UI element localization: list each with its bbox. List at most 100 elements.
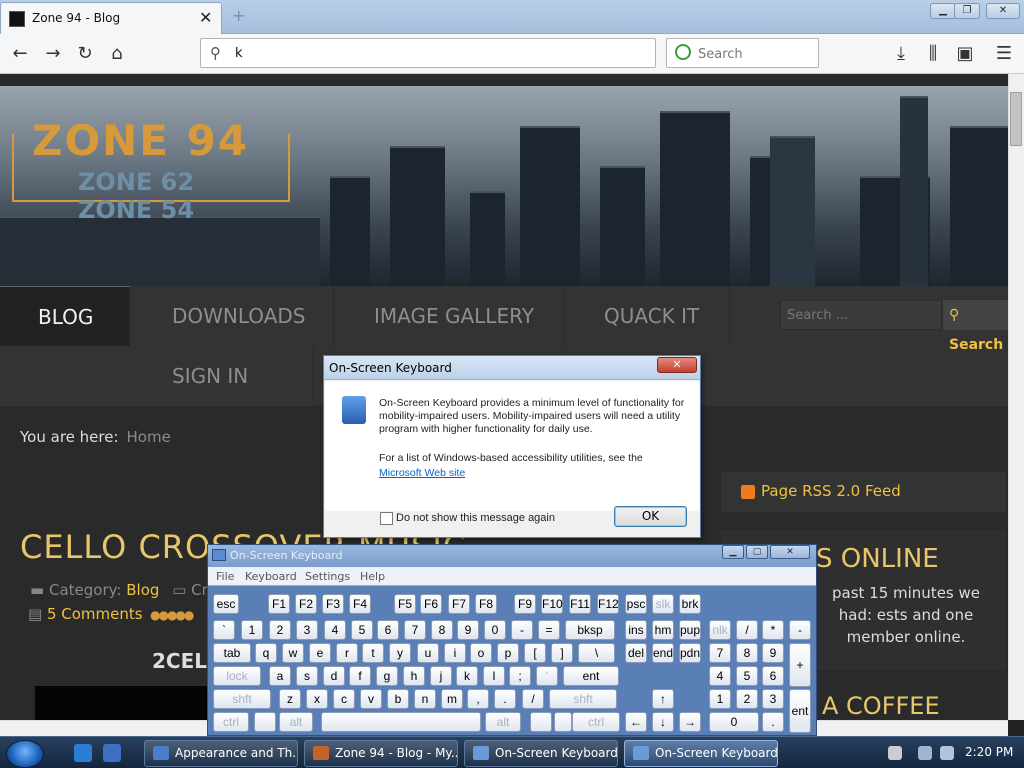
osk-key[interactable]: / <box>522 689 544 709</box>
menu-item-sign-in[interactable]: SIGN IN <box>134 346 314 406</box>
osk-key[interactable]: shft <box>213 689 271 709</box>
osk-key[interactable]: 2 <box>736 689 758 709</box>
osk-key[interactable]: / <box>736 620 758 640</box>
osk-key[interactable]: ] <box>551 643 573 663</box>
osk-key[interactable]: a <box>269 666 291 686</box>
forward-icon[interactable]: → <box>42 43 64 65</box>
osk-key[interactable]: ent <box>563 666 619 686</box>
osk-key[interactable]: [ <box>524 643 546 663</box>
tray-keyboard-icon[interactable] <box>888 746 902 760</box>
osk-key[interactable]: nlk <box>709 620 731 640</box>
osk-key[interactable]: 1 <box>709 689 731 709</box>
windows-key-icon[interactable] <box>530 712 552 732</box>
osk-key[interactable]: h <box>403 666 425 686</box>
space-bar[interactable] <box>321 712 481 732</box>
url-input[interactable]: ⚲ k <box>200 38 656 68</box>
menu-item-image-gallery[interactable]: IMAGE GALLERY <box>336 286 564 346</box>
tray-volume-icon[interactable] <box>940 746 954 760</box>
osk-key[interactable]: = <box>538 620 560 640</box>
osk-key[interactable]: tab <box>213 643 251 663</box>
home-icon[interactable]: ⌂ <box>106 43 128 65</box>
osk-key[interactable]: d <box>323 666 345 686</box>
osk-key[interactable]: ↑ <box>652 689 674 709</box>
osk-key[interactable]: F6 <box>420 594 442 614</box>
dialog-close-button[interactable]: ✕ <box>657 357 697 373</box>
osk-key[interactable]: z <box>279 689 301 709</box>
osk-key[interactable]: esc <box>213 594 239 614</box>
osk-key[interactable]: 2 <box>269 620 291 640</box>
menu-item-downloads[interactable]: DOWNLOADS <box>134 286 334 346</box>
osk-key[interactable]: n <box>414 689 436 709</box>
menu-item-blog[interactable]: BLOG <box>0 286 130 346</box>
taskbar-item-appearance[interactable]: Appearance and Th... <box>144 740 298 767</box>
osk-key[interactable]: j <box>430 666 452 686</box>
taskbar-item-osk-2[interactable]: On-Screen Keyboard <box>624 740 778 767</box>
ok-button[interactable]: OK <box>614 506 687 527</box>
osk-key[interactable]: w <box>282 643 304 663</box>
osk-key[interactable]: u <box>417 643 439 663</box>
osk-key[interactable]: F10 <box>541 594 563 614</box>
osk-key[interactable]: ← <box>625 712 647 732</box>
breadcrumb-home[interactable]: Home <box>127 428 171 446</box>
restore-window-button[interactable]: ❐ <box>954 3 980 19</box>
osk-key[interactable]: e <box>309 643 331 663</box>
osk-key[interactable]: 5 <box>351 620 373 640</box>
osk-key[interactable]: r <box>336 643 358 663</box>
menu-item-quack-it[interactable]: QUACK IT <box>566 286 730 346</box>
rss-feed-link[interactable]: Page RSS 2.0 Feed <box>721 472 1006 512</box>
osk-maximize-button[interactable]: ▢ <box>746 545 768 559</box>
osk-menu-keyboard[interactable]: Keyboard <box>245 570 297 583</box>
osk-key[interactable]: brk <box>679 594 701 614</box>
site-search-button[interactable]: ⚲ Search <box>943 300 1008 353</box>
osk-key[interactable]: ins <box>625 620 647 640</box>
osk-key[interactable]: 8 <box>431 620 453 640</box>
osk-key[interactable]: F8 <box>475 594 497 614</box>
osk-key[interactable]: q <box>255 643 277 663</box>
osk-key[interactable]: pdn <box>679 643 701 663</box>
osk-key[interactable]: alt <box>279 712 313 732</box>
osk-key[interactable]: c <box>333 689 355 709</box>
osk-key[interactable]: 9 <box>457 620 479 640</box>
osk-key[interactable]: ent <box>789 689 811 733</box>
osk-key[interactable]: , <box>467 689 489 709</box>
osk-key[interactable]: ↓ <box>652 712 674 732</box>
osk-key[interactable]: 1 <box>241 620 263 640</box>
do-not-show-checkbox[interactable] <box>380 512 393 525</box>
osk-close-button[interactable]: ✕ <box>770 545 810 559</box>
osk-menu-help[interactable]: Help <box>360 570 385 583</box>
browser-tab[interactable]: Zone 94 - Blog ✕ <box>0 2 222 34</box>
osk-key[interactable]: ' <box>536 666 558 686</box>
osk-key[interactable]: F5 <box>394 594 416 614</box>
osk-key[interactable]: 3 <box>762 689 784 709</box>
back-icon[interactable]: ← <box>9 43 31 65</box>
osk-key[interactable]: F9 <box>514 594 536 614</box>
osk-key[interactable]: s <box>296 666 318 686</box>
osk-key[interactable]: 9 <box>762 643 784 663</box>
tray-network-icon[interactable] <box>918 746 932 760</box>
new-tab-icon[interactable]: + <box>232 6 245 25</box>
start-button[interactable] <box>6 740 44 768</box>
close-window-button[interactable]: ✕ <box>986 3 1020 19</box>
site-search-input[interactable]: Search ... <box>780 300 942 330</box>
osk-key[interactable]: k <box>456 666 478 686</box>
osk-key[interactable]: shft <box>549 689 617 709</box>
osk-key[interactable]: ` <box>213 620 235 640</box>
osk-key[interactable]: - <box>789 620 811 640</box>
osk-key[interactable]: F7 <box>448 594 470 614</box>
osk-key[interactable]: b <box>387 689 409 709</box>
microsoft-web-site-link[interactable]: Microsoft Web site <box>379 467 465 479</box>
minimize-window-button[interactable]: ▁ <box>930 3 956 19</box>
osk-key[interactable]: p <box>497 643 519 663</box>
osk-key[interactable]: + <box>789 643 811 687</box>
osk-key[interactable]: * <box>762 620 784 640</box>
osk-key[interactable]: end <box>652 643 674 663</box>
sidebar-icon[interactable]: ▣ <box>954 43 976 65</box>
downloads-icon[interactable]: ⤓ <box>890 43 912 65</box>
osk-key[interactable]: → <box>679 712 701 732</box>
dialog-titlebar[interactable]: On-Screen Keyboard ✕ <box>324 356 700 380</box>
osk-key[interactable]: F2 <box>295 594 317 614</box>
library-icon[interactable]: ⫼ <box>922 43 944 65</box>
internet-explorer-icon[interactable] <box>74 744 92 762</box>
osk-minimize-button[interactable]: ▁ <box>722 545 744 559</box>
osk-key[interactable]: bksp <box>565 620 615 640</box>
